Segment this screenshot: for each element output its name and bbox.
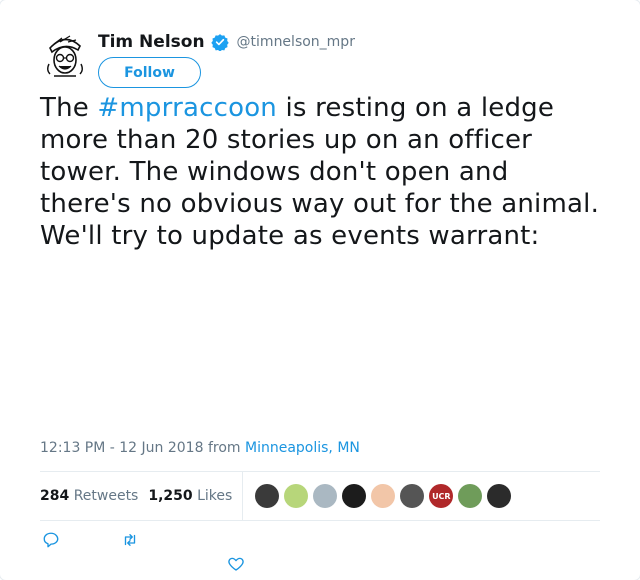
retweet-icon[interactable] [120,530,140,550]
liker-avatar-label: UCR [432,491,451,501]
tweet-timestamp[interactable]: 12:13 PM - 12 Jun 2018 [40,440,204,456]
liker-avatar-4[interactable] [342,484,367,508]
stats-divider [242,472,244,520]
liker-avatar-3[interactable] [313,484,338,508]
retweets-label: Retweets [73,488,139,504]
tweet-stats: 284 Retweets 1,250 Likes UCR [40,471,600,521]
follow-button[interactable]: Follow [98,57,201,88]
from-label: from [207,440,241,456]
user-handle[interactable]: @timnelson_mpr [237,34,355,50]
user-header: Tim Nelson @timnelson_mpr [98,32,355,52]
likes-count: 1,250 [148,488,193,504]
liker-avatar-9[interactable] [487,484,512,508]
liker-avatar-8[interactable] [458,484,483,508]
tweet-text-start: The [40,93,98,123]
liker-avatar-1[interactable] [255,484,280,508]
avatar[interactable] [40,30,90,80]
liker-avatar-2[interactable] [284,484,309,508]
liker-avatar-5[interactable] [371,484,396,508]
heart-icon[interactable] [226,554,246,574]
retweets-stat[interactable]: 284 Retweets [40,488,138,504]
liker-avatar-6[interactable] [400,484,425,508]
reply-icon[interactable] [41,530,61,550]
retweets-count: 284 [40,488,70,504]
likes-stat[interactable]: 1,250 Likes [148,488,232,504]
portrait-avatar-icon [40,30,90,80]
location-link[interactable]: Minneapolis, MN [245,440,360,456]
hashtag-link[interactable]: #mprraccoon [97,93,277,123]
tweet-text: The #mprraccoon is resting on a ledge mo… [40,92,600,252]
likes-label: Likes [197,488,233,504]
tweet-card: Tim Nelson @timnelson_mpr Follow The #mp… [0,0,640,580]
liker-avatar-7[interactable]: UCR [429,484,454,508]
display-name[interactable]: Tim Nelson [98,32,205,52]
tweet-meta: 12:13 PM - 12 Jun 2018 from Minneapolis,… [40,440,360,456]
liker-avatars: UCR [255,484,516,508]
verified-badge-icon [210,33,229,52]
